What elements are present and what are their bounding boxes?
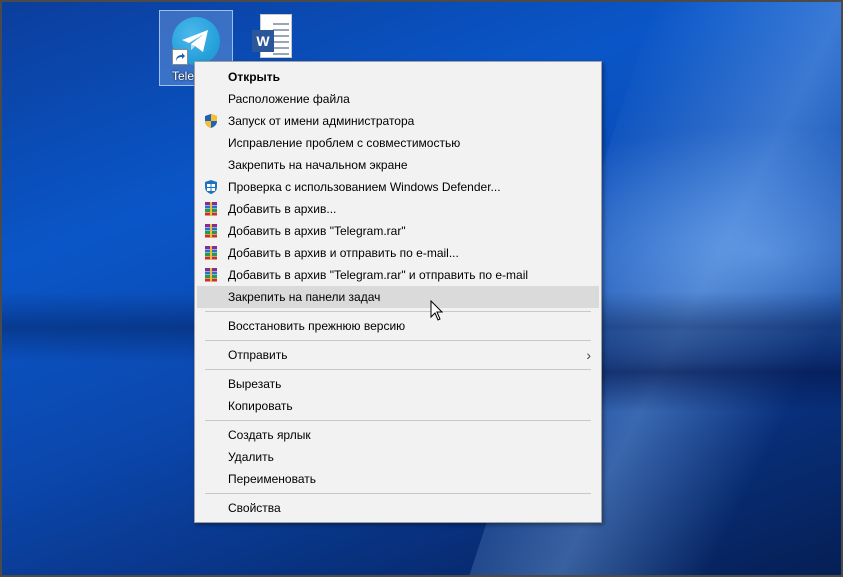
mouse-cursor-icon bbox=[430, 299, 444, 327]
menu-item-rename[interactable]: Переименовать bbox=[195, 468, 601, 490]
menu-separator bbox=[195, 366, 601, 373]
menu-separator bbox=[195, 337, 601, 344]
menu-item-copy[interactable]: Копировать bbox=[195, 395, 601, 417]
menu-item-troubleshoot-compatibility[interactable]: Исправление проблем с совместимостью bbox=[195, 132, 601, 154]
menu-item-open[interactable]: Открыть bbox=[195, 66, 601, 88]
winrar-icon bbox=[203, 223, 219, 239]
menu-item-add-to-archive[interactable]: Добавить в архив... bbox=[195, 198, 601, 220]
shortcut-arrow-icon bbox=[172, 49, 188, 65]
menu-item-pin-to-start[interactable]: Закрепить на начальном экране bbox=[195, 154, 601, 176]
menu-item-add-to-telegram-rar-and-email[interactable]: Добавить в архив "Telegram.rar" и отправ… bbox=[195, 264, 601, 286]
word-icon: W bbox=[252, 30, 274, 52]
menu-item-cut[interactable]: Вырезать bbox=[195, 373, 601, 395]
chevron-right-icon: › bbox=[586, 347, 591, 363]
menu-separator bbox=[195, 490, 601, 497]
menu-separator bbox=[195, 417, 601, 424]
telegram-icon-label: Tele bbox=[172, 69, 195, 83]
winrar-icon bbox=[203, 245, 219, 261]
menu-item-delete[interactable]: Удалить bbox=[195, 446, 601, 468]
winrar-icon bbox=[203, 201, 219, 217]
menu-item-add-to-telegram-rar[interactable]: Добавить в архив "Telegram.rar" bbox=[195, 220, 601, 242]
menu-item-properties[interactable]: Свойства bbox=[195, 497, 601, 519]
context-menu: Открыть Расположение файла Запуск от име… bbox=[194, 61, 602, 523]
desktop: Tele W Открыть Расположение файла Запуск bbox=[0, 0, 843, 577]
word-document-desktop-icon[interactable]: W bbox=[250, 14, 294, 64]
wallpaper-shadow-band bbox=[602, 332, 841, 412]
menu-separator bbox=[195, 308, 601, 315]
menu-item-restore-previous-versions[interactable]: Восстановить прежнюю версию bbox=[195, 315, 601, 337]
menu-item-add-to-archive-and-email[interactable]: Добавить в архив и отправить по e-mail..… bbox=[195, 242, 601, 264]
menu-item-run-as-admin[interactable]: Запуск от имени администратора bbox=[195, 110, 601, 132]
menu-item-scan-windows-defender[interactable]: Проверка с использованием Windows Defend… bbox=[195, 176, 601, 198]
uac-shield-icon bbox=[203, 113, 219, 129]
menu-item-file-location[interactable]: Расположение файла bbox=[195, 88, 601, 110]
menu-item-pin-to-taskbar[interactable]: Закрепить на панели задач bbox=[197, 286, 599, 308]
windows-defender-icon bbox=[203, 179, 219, 195]
menu-item-send-to[interactable]: Отправить › bbox=[195, 344, 601, 366]
winrar-icon bbox=[203, 267, 219, 283]
menu-item-create-shortcut[interactable]: Создать ярлык bbox=[195, 424, 601, 446]
